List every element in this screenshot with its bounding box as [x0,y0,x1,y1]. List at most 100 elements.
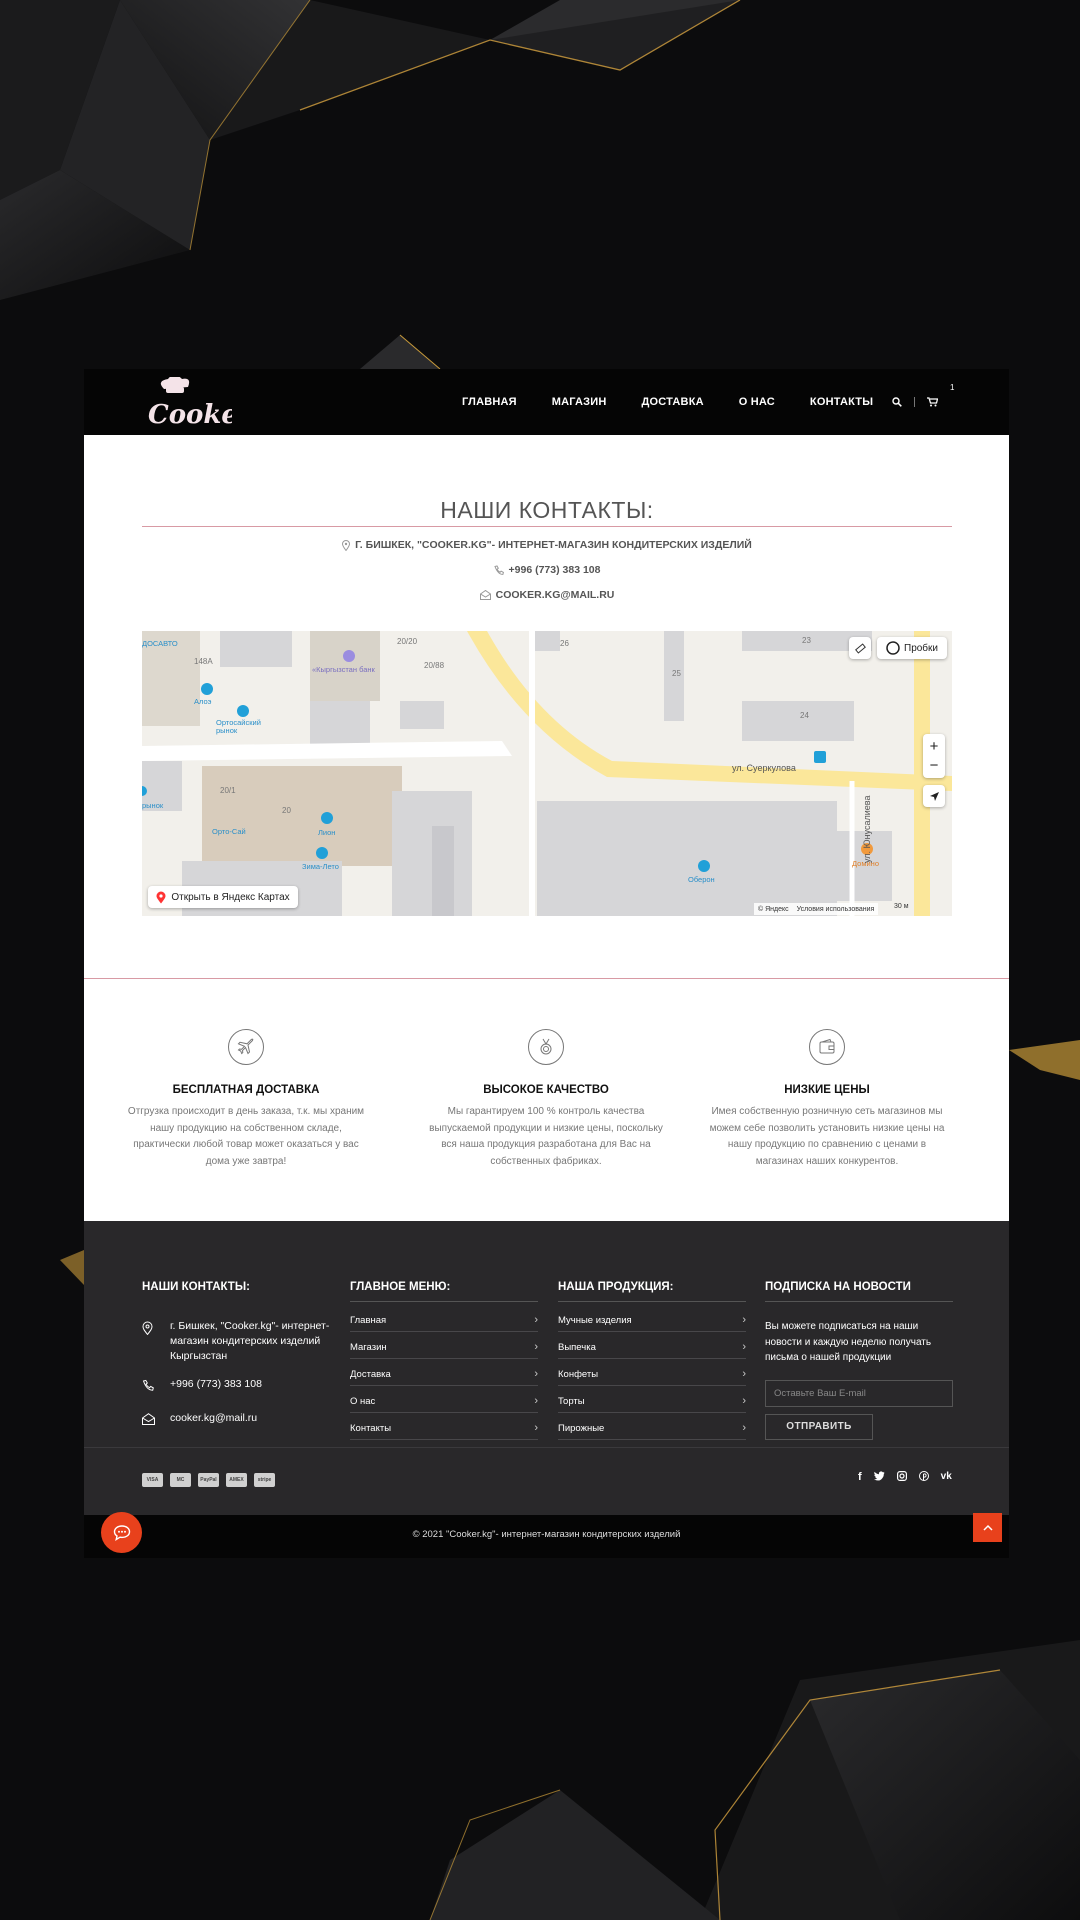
chat-bubble-icon [113,1524,130,1541]
nav-icons [892,392,938,412]
search-icon[interactable] [892,397,902,407]
open-map-label: Открыть в Яндекс Картах [171,891,290,903]
cooker-logo[interactable]: Cooker [146,377,232,427]
pinterest-icon[interactable] [918,1471,929,1481]
zoom-control[interactable]: + − [923,734,945,778]
feature-prices: НИЗКИЕ ЦЕНЫ Имея собственную розничную с… [707,1029,947,1170]
yandex-map[interactable]: 148А 20/20 20/88 26 23 25 24 20/1 20 ДОС… [142,631,952,916]
wallet-icon [819,1038,835,1054]
feature-icon-circle [809,1029,845,1065]
ruler-icon [854,642,866,654]
footer-products: НАША ПРОДУКЦИЯ: Мучные изделия › Выпечка ›… [558,1281,746,1440]
footer-menu-title: ГЛАВНОЕ МЕНЮ: [350,1281,538,1302]
footer-newsletter: ПОДПИСКА НА НОВОСТИ Вы можете подписатьс… [765,1281,953,1440]
footer-phone-text[interactable]: +996 (773) 383 108 [170,1377,262,1392]
nav-separator [914,397,915,407]
twitter-icon[interactable] [873,1471,885,1481]
feature-icon-circle [228,1029,264,1065]
map-pin-icon [142,1321,153,1336]
zoom-in-icon[interactable]: + [930,737,939,757]
feature-title: ВЫСОКОЕ КАЧЕСТВО [483,1084,609,1096]
footer-main-menu: ГЛАВНОЕ МЕНЮ: Главная › Магазин › Доставка… [350,1281,538,1440]
feature-title: БЕСПЛАТНАЯ ДОСТАВКА [172,1084,320,1096]
facebook-icon[interactable]: f [858,1471,862,1483]
map-attribution: © Яндекс Условия использования [754,903,879,915]
footer-phone: +996 (773) 383 108 [142,1377,330,1396]
social-links: f vk [858,1471,952,1483]
poi-label: «Кыргызстан банк [312,665,375,674]
footer-email-text[interactable]: cooker.kg@mail.ru [170,1411,257,1426]
footer-menu-label: Контакты [350,1422,392,1434]
header: Cooker ГЛАВНАЯ МАГАЗИН ДОСТАВКА О НАС КО… [84,369,1009,435]
footer-menu-item[interactable]: Контакты › [350,1413,538,1440]
yandex-copyright[interactable]: © Яндекс [758,906,789,913]
newsletter-submit-button[interactable]: ОТПРАВИТЬ [765,1413,873,1440]
nav-shop[interactable]: МАГАЗИН [552,396,607,408]
building-label: 25 [672,669,681,678]
feature-quality: ВЫСОКОЕ КАЧЕСТВО Мы гарантируем 100 % ко… [426,1029,666,1170]
cart-icon[interactable] [927,397,938,407]
terms-link[interactable]: Условия использования [797,906,875,913]
footer-product-item[interactable]: Мучные изделия › [558,1305,746,1332]
chat-button[interactable] [101,1512,142,1553]
street-label: ул. Суеркулова [732,763,796,773]
feature-title: НИЗКИЕ ЦЕНЫ [784,1084,870,1096]
feature-icon-circle [528,1029,564,1065]
chevron-right-icon: › [534,1422,538,1434]
feature-text: Мы гарантируем 100 % контроль качества в… [429,1106,663,1167]
scroll-to-top-button[interactable] [973,1513,1002,1542]
title-divider [142,526,952,527]
feature-text: Отгрузка происходит в день заказа, т.к. … [127,1106,365,1167]
instagram-icon[interactable] [896,1471,907,1481]
footer-menu-item[interactable]: Доставка › [350,1359,538,1386]
footer-menu-list: Главная › Магазин › Доставка › О нас › Конта… [350,1305,538,1440]
map-scale: 30 м [894,903,909,910]
poi-label: Орто-Сай [212,827,246,836]
traffic-icon [886,641,900,655]
footer-product-item[interactable]: Конфеты › [558,1359,746,1386]
traffic-label: Пробки [904,642,938,654]
traffic-button[interactable]: Пробки [877,637,947,659]
nav-contacts[interactable]: КОНТАКТЫ [810,396,873,408]
footer-product-label: Конфеты [558,1368,599,1380]
zoom-out-icon[interactable]: − [930,757,939,775]
nav-about[interactable]: О НАС [739,396,775,408]
site-container: Cooker ГЛАВНАЯ МАГАЗИН ДОСТАВКА О НАС КО… [84,369,1009,1558]
footer-news-title: ПОДПИСКА НА НОВОСТИ [765,1281,953,1302]
map-tiles [142,631,952,916]
footer-menu-item[interactable]: О нас › [350,1386,538,1413]
svg-text:Cooker: Cooker [148,400,232,427]
footer-product-item[interactable]: Торты › [558,1386,746,1413]
location-arrow-icon [929,791,939,801]
newsletter-email-input[interactable] [765,1379,953,1407]
footer-menu-item[interactable]: Магазин › [350,1332,538,1359]
ruler-button[interactable] [849,637,871,659]
vk-icon[interactable]: vk [941,1471,952,1483]
contact-phone-text[interactable]: +996 (773) 383 108 [509,564,601,576]
building-label: 20/88 [424,661,445,670]
geolocation-button[interactable] [923,785,945,807]
open-in-yandex-maps[interactable]: Открыть в Яндекс Картах [148,886,298,908]
section-divider [84,978,1009,979]
building-label: 23 [802,636,811,645]
poi-label: ДОСАВТО [142,639,178,648]
contact-email-text[interactable]: COOKER.KG@MAIL.RU [496,589,615,601]
footer-menu-item[interactable]: Главная › [350,1305,538,1332]
nav-delivery[interactable]: ДОСТАВКА [642,396,704,408]
chevron-right-icon: › [742,1314,746,1326]
main-nav: ГЛАВНАЯ МАГАЗИН ДОСТАВКА О НАС КОНТАКТЫ [462,369,908,435]
stripe-icon: stripe [254,1473,275,1487]
poi-label: Ортосайский рынок [216,718,261,735]
nav-home[interactable]: ГЛАВНАЯ [462,396,517,408]
footer-product-item[interactable]: Пирожные › [558,1413,746,1440]
footer-product-label: Пирожные [558,1422,605,1434]
footer-menu-label: Главная [350,1314,387,1326]
street-label: ул. Юнусалиева [862,795,872,864]
mastercard-icon: MC [170,1473,191,1487]
phone-icon [493,565,504,575]
footer-product-item[interactable]: Выпечка › [558,1332,746,1359]
chevron-right-icon: › [534,1314,538,1326]
visa-icon: VISA [142,1473,163,1487]
contact-address: Г. БИШКЕК, "COOKER.KG"- ИНТЕРНЕТ-МАГАЗИН… [142,539,952,551]
paypal-icon: PayPal [198,1473,219,1487]
